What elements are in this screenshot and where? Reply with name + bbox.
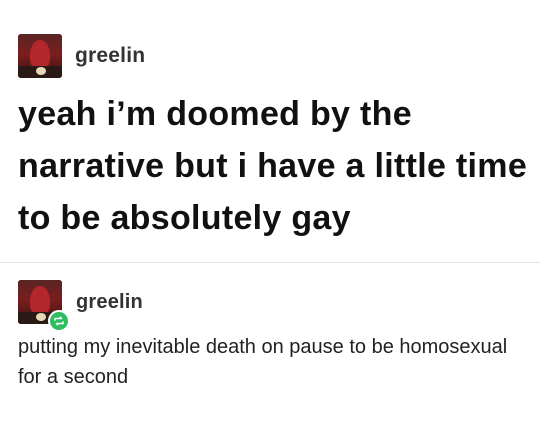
username-link[interactable]: greelin [75,44,145,68]
post-text: putting my inevitable death on pause to … [18,336,508,388]
post-text: yeah i’m doomed by the narrative but i h… [18,95,528,237]
post-header: greelin [18,34,145,78]
post-header: greelin [18,280,143,332]
post-divider [0,262,540,263]
username-link[interactable]: greelin [76,291,143,314]
avatar[interactable] [18,34,62,78]
reblog-icon [48,310,70,332]
post-reblog: greelin putting my inevitable death on p… [0,266,540,441]
post-original: greelin yeah i’m doomed by the narrative… [0,0,540,262]
